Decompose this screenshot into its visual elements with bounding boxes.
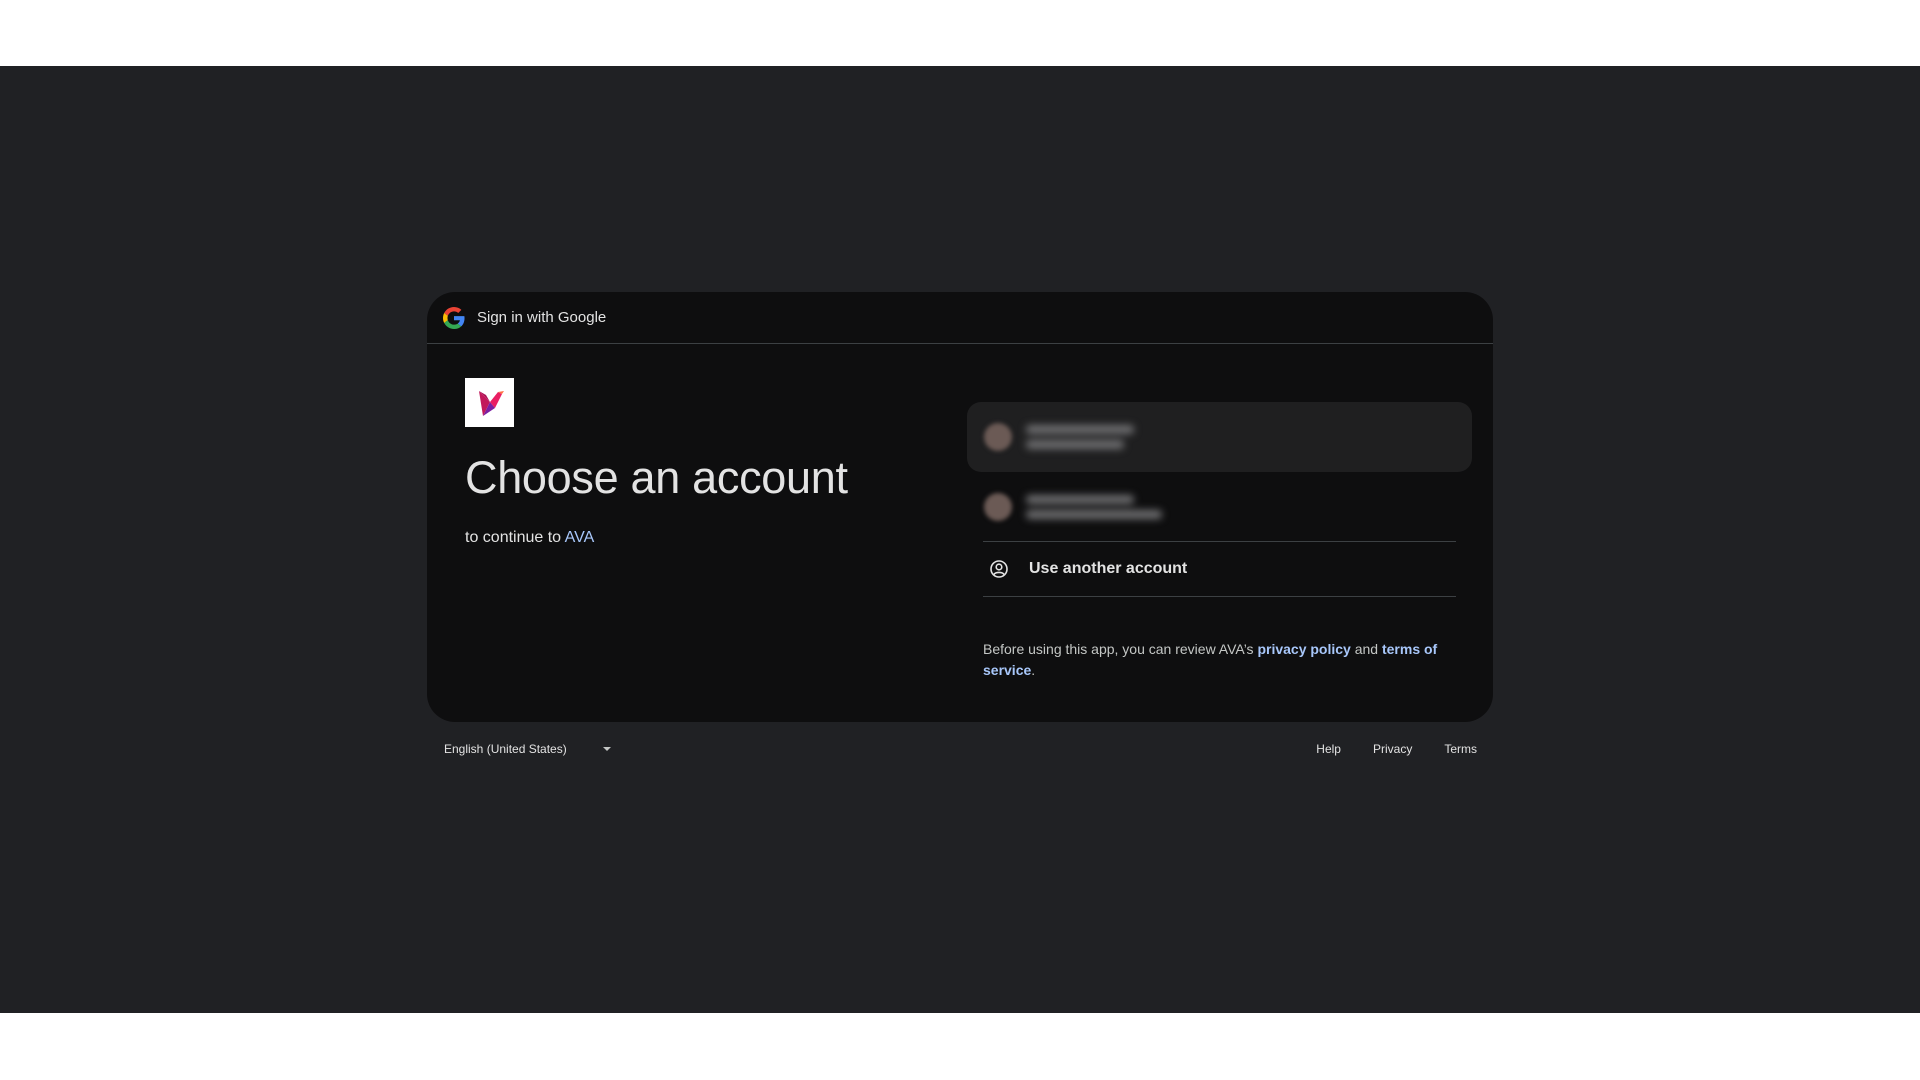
account-circle-icon xyxy=(989,559,1009,579)
app-name-link[interactable]: AVA xyxy=(565,529,595,546)
redacted-account-info xyxy=(1026,425,1134,449)
page-background: Sign in with Google Choose an account to… xyxy=(0,66,1920,1013)
disclaimer-suffix: . xyxy=(1031,662,1036,678)
disclaimer-middle: and xyxy=(1350,641,1382,657)
footer-links: Help Privacy Terms xyxy=(1316,742,1477,756)
disclaimer-prefix: Before using this app, you can review AV… xyxy=(983,641,1258,657)
help-link[interactable]: Help xyxy=(1316,742,1341,756)
language-label: English (United States) xyxy=(444,742,567,756)
use-another-account-label: Use another account xyxy=(1029,560,1188,577)
avatar xyxy=(984,423,1012,451)
privacy-disclaimer: Before using this app, you can review AV… xyxy=(983,639,1456,681)
language-selector[interactable]: English (United States) xyxy=(444,742,611,756)
account-row[interactable] xyxy=(967,402,1472,472)
use-another-account-button[interactable]: Use another account xyxy=(983,542,1456,597)
app-logo xyxy=(465,378,514,427)
redacted-account-info xyxy=(1026,494,1162,519)
avatar xyxy=(984,492,1012,521)
privacy-policy-link[interactable]: privacy policy xyxy=(1257,641,1350,657)
chevron-down-icon xyxy=(602,747,611,751)
continue-to-text: to continue to AVA xyxy=(465,529,935,547)
google-g-icon xyxy=(443,306,465,329)
sign-in-card: Sign in with Google Choose an account to… xyxy=(427,292,1493,722)
hummingbird-logo-icon xyxy=(478,390,504,416)
continue-prefix: to continue to xyxy=(465,528,565,546)
terms-link[interactable]: Terms xyxy=(1444,742,1477,756)
card-header: Sign in with Google xyxy=(427,292,1493,344)
footer: English (United States) Help Privacy Ter… xyxy=(427,734,1493,764)
account-row[interactable] xyxy=(983,472,1456,542)
left-pane: Choose an account to continue to AVA xyxy=(465,378,935,547)
header-title: Sign in with Google xyxy=(477,309,607,326)
privacy-link[interactable]: Privacy xyxy=(1373,742,1412,756)
page-title: Choose an account xyxy=(465,452,848,503)
account-list: Use another account Before using this ap… xyxy=(967,402,1472,681)
